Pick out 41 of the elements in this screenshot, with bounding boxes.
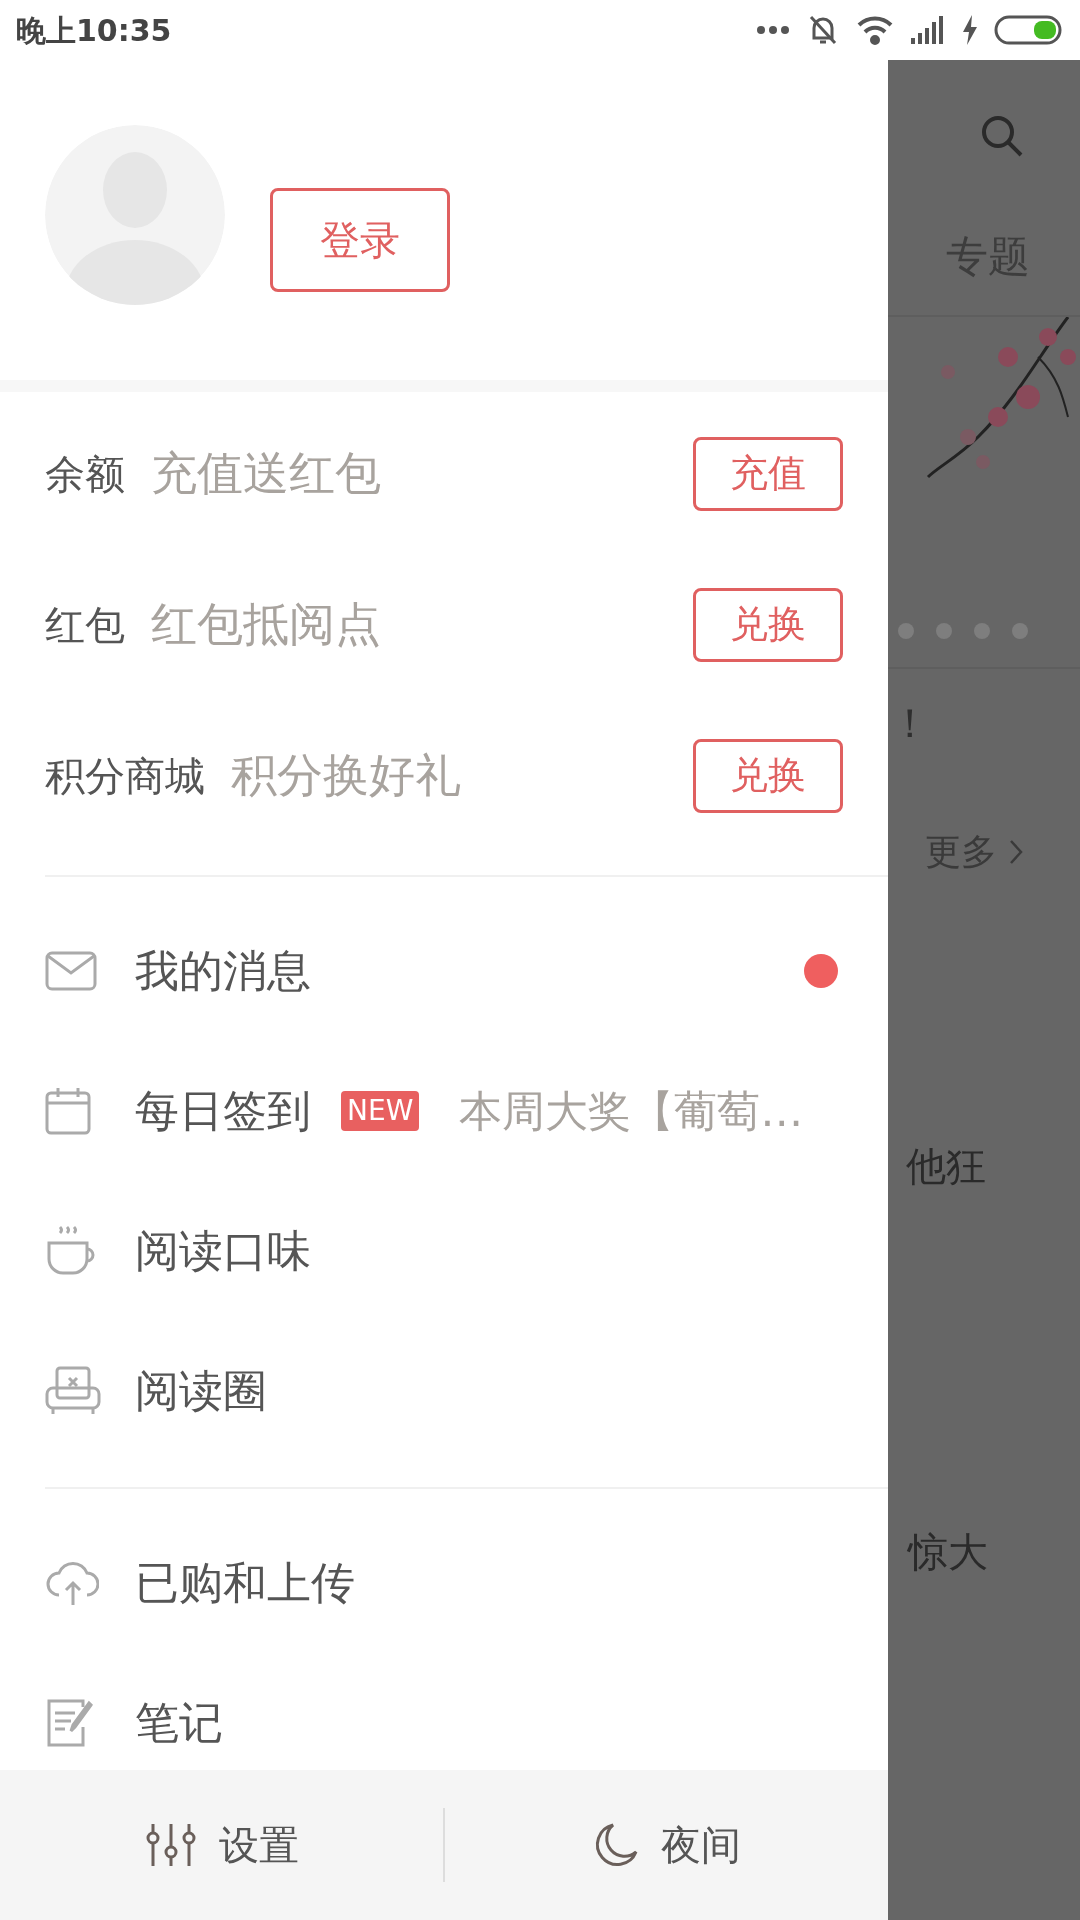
armchair-icon — [45, 1366, 101, 1416]
menu-item[interactable]: 已购和上传 — [45, 1513, 888, 1653]
menu-label: 我的消息 — [135, 944, 311, 998]
row-hint: 红包抵阅点 — [151, 596, 382, 653]
menu-label: 阅读圈 — [135, 1364, 267, 1418]
menu-item[interactable]: 阅读口味 — [45, 1181, 888, 1321]
chevron-right-icon — [1009, 839, 1023, 865]
menu-item[interactable]: 我的消息 — [45, 901, 888, 1041]
new-badge: NEW — [341, 1091, 420, 1131]
login-button[interactable]: 登录 — [270, 188, 450, 292]
sliders-icon — [144, 1822, 197, 1868]
promo-text: 本周大奖【葡萄… — [459, 1084, 804, 1138]
cloud-upload-icon — [45, 1559, 99, 1607]
wifi-icon — [856, 15, 894, 45]
signal-icon — [910, 16, 946, 44]
article-snippet: 他狂 — [906, 1142, 986, 1191]
row-hint: 积分换好礼 — [231, 747, 462, 804]
envelope-icon — [45, 951, 97, 991]
menu-item[interactable]: 笔记 — [45, 1653, 888, 1770]
search-icon[interactable] — [981, 115, 1023, 157]
menu-label: 笔记 — [135, 1696, 223, 1750]
menu-label: 每日签到 — [135, 1084, 311, 1138]
battery-icon — [994, 15, 1064, 45]
headline-text: ！ — [890, 699, 930, 748]
row-label: 积分商城 — [45, 751, 205, 801]
action-button[interactable]: 兑换 — [693, 587, 843, 662]
charging-icon — [962, 15, 978, 45]
row-label: 红包 — [45, 600, 125, 650]
menu-label: 已购和上传 — [135, 1556, 355, 1610]
row-hint: 充值送红包 — [151, 445, 382, 502]
menu-item[interactable]: 阅读圈 — [45, 1321, 888, 1461]
menu-item[interactable]: 每日签到 NEW 本周大奖【葡萄… — [45, 1041, 888, 1181]
menu-label: 阅读口味 — [135, 1224, 311, 1278]
status-time: 晚上10:35 — [16, 11, 172, 50]
cup-icon — [45, 1225, 97, 1277]
article-snippet: 惊大 — [908, 1528, 988, 1577]
more-dots-icon — [756, 25, 790, 35]
row-label: 余额 — [45, 449, 125, 499]
action-button[interactable]: 兑换 — [693, 738, 843, 813]
calendar-icon — [45, 1087, 91, 1135]
action-button[interactable]: 充值 — [693, 436, 843, 511]
